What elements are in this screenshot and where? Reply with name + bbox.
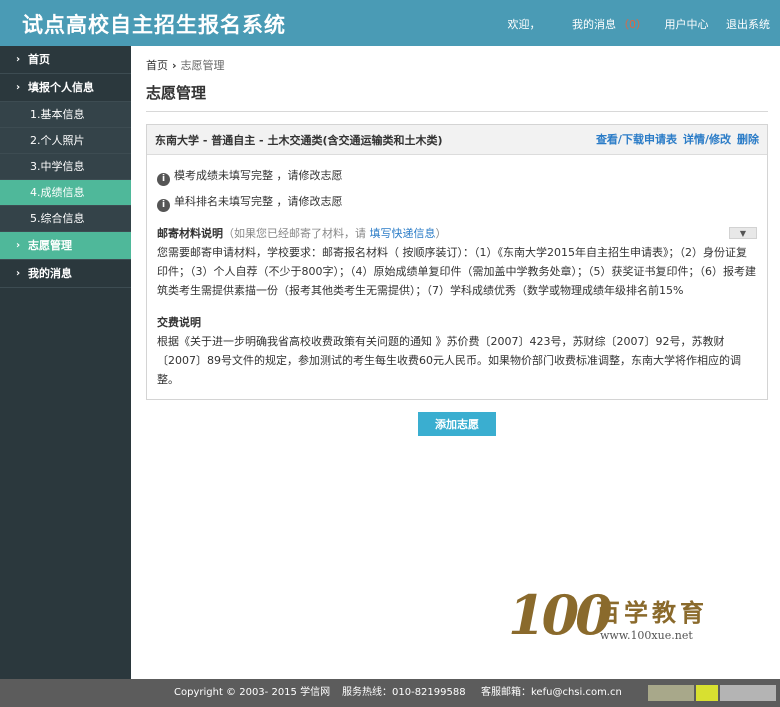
breadcrumb-separator: › <box>172 59 177 72</box>
footer-hotline: 服务热线：010-82199588 <box>342 687 466 698</box>
view-download-link[interactable]: 查看/下载申请表 <box>596 133 677 146</box>
my-messages-label: 我的消息 <box>572 18 616 31</box>
sidebar-item-photo[interactable]: 2.个人照片 <box>0 128 131 154</box>
sidebar-item-applications[interactable]: › 志愿管理 <box>0 232 131 260</box>
footer: Copyright © 2003- 2015 学信网 服务热线：010-8219… <box>0 679 780 707</box>
mail-hint-suffix: ） <box>435 227 447 240</box>
top-nav: 欢迎， 我的消息 （0） 用户中心 退出系统 <box>494 16 771 32</box>
sidebar-item-label: 首页 <box>28 53 50 66</box>
fee-section-title: 交费说明 <box>157 316 201 329</box>
chevron-right-icon: › <box>16 268 21 279</box>
sidebar-item-home[interactable]: › 首页 <box>0 46 131 74</box>
watermark-text: 百学教育 <box>596 598 708 627</box>
panel-actions: 查看/下载申请表 详情/修改 删除 <box>590 125 759 155</box>
sidebar-item-comprehensive[interactable]: 5.综合信息 <box>0 206 131 232</box>
sidebar-item-school-info[interactable]: 3.中学信息 <box>0 154 131 180</box>
app-title: 试点高校自主招生报名系统 <box>22 13 286 37</box>
breadcrumb-current: 志愿管理 <box>180 59 225 72</box>
blurred-area <box>648 685 694 701</box>
sidebar-item-label: 我的消息 <box>28 267 72 280</box>
collapse-toggle-icon[interactable]: ▼ <box>729 227 757 239</box>
watermark-logo: 100 百学教育 www.100xue.net <box>508 583 704 655</box>
breadcrumb-home[interactable]: 首页 <box>146 59 168 72</box>
app-header: 试点高校自主招生报名系统 欢迎， 我的消息 （0） 用户中心 退出系统 <box>0 0 780 46</box>
sidebar: › 首页 › 填报个人信息 1.基本信息 2.个人照片 3.中学信息 4.成绩信息 … <box>0 46 131 679</box>
warning-item: i 单科排名未填写完整 ，请修改志愿 <box>157 189 757 215</box>
user-center-link[interactable]: 用户中心 <box>665 18 709 31</box>
mail-hint-prefix: （如果您已经邮寄了材料，请 <box>223 227 370 240</box>
watermark-number: 100 <box>508 583 613 647</box>
messages-count: （0） <box>618 18 647 31</box>
mail-instructions: 您需要邮寄申请材料，学校要求：邮寄报名材料（ 按顺序装订）：（1）《东南大学20… <box>157 246 756 297</box>
watermark-url: www.100xue.net <box>600 629 693 642</box>
sidebar-item-label: 填报个人信息 <box>28 81 94 94</box>
panel-header: 东南大学 - 普通自主 - 土木交通类(含交通运输类和土木类) 查看/下载申请表… <box>147 125 767 155</box>
application-title: 东南大学 - 普通自主 - 土木交通类(含交通运输类和土木类) <box>155 134 443 147</box>
application-panel: 东南大学 - 普通自主 - 土木交通类(含交通运输类和土木类) 查看/下载申请表… <box>146 124 768 400</box>
footer-copyright: Copyright © 2003- 2015 学信网 <box>174 687 331 698</box>
breadcrumb: 首页 › 志愿管理 <box>146 57 768 73</box>
page-title: 志愿管理 <box>146 82 768 112</box>
info-icon: i <box>157 199 170 212</box>
add-application-button[interactable]: 添加志愿 <box>418 412 496 436</box>
edit-link[interactable]: 详情/修改 <box>683 133 731 146</box>
sidebar-item-basic-info[interactable]: 1.基本信息 <box>0 102 131 128</box>
warning-text: 单科排名未填写完整 ，请修改志愿 <box>174 195 343 208</box>
warning-text: 模考成绩未填写完整 ，请修改志愿 <box>174 169 343 182</box>
welcome-text: 欢迎， <box>507 18 541 31</box>
sidebar-item-label: 志愿管理 <box>28 239 72 252</box>
chevron-right-icon: › <box>16 82 21 93</box>
info-icon: i <box>157 173 170 186</box>
delete-link[interactable]: 删除 <box>737 133 759 146</box>
warning-item: i 模考成绩未填写完整 ，请修改志愿 <box>157 163 757 189</box>
mail-section-title: 邮寄材料说明 <box>157 227 223 240</box>
sidebar-item-scores[interactable]: 4.成绩信息 <box>0 180 131 206</box>
blurred-area <box>696 685 718 701</box>
fill-express-info-link[interactable]: 填写快递信息 <box>370 227 436 240</box>
fee-instructions: 根据《关于进一步明确我省高校收费政策有关问题的通知 》苏价费〔2007〕423号… <box>157 335 741 386</box>
blurred-area <box>720 685 776 701</box>
chevron-right-icon: › <box>16 54 21 65</box>
sidebar-item-messages[interactable]: › 我的消息 <box>0 260 131 288</box>
mail-section-header: 邮寄材料说明（如果您已经邮寄了材料，请 填写快递信息） ▼ <box>157 225 757 243</box>
sidebar-item-personal-info[interactable]: › 填报个人信息 <box>0 74 131 102</box>
main-content: 首页 › 志愿管理 志愿管理 东南大学 - 普通自主 - 土木交通类(含交通运输类和… <box>146 46 768 436</box>
footer-email: 客服邮箱：kefu@chsi.com.cn <box>481 687 622 698</box>
my-messages-link[interactable]: 我的消息 （0） <box>558 18 647 31</box>
chevron-right-icon: › <box>16 240 21 251</box>
logout-link[interactable]: 退出系统 <box>726 18 770 31</box>
panel-body: i 模考成绩未填写完整 ，请修改志愿 i 单科排名未填写完整 ，请修改志愿 邮寄材料… <box>147 155 767 399</box>
